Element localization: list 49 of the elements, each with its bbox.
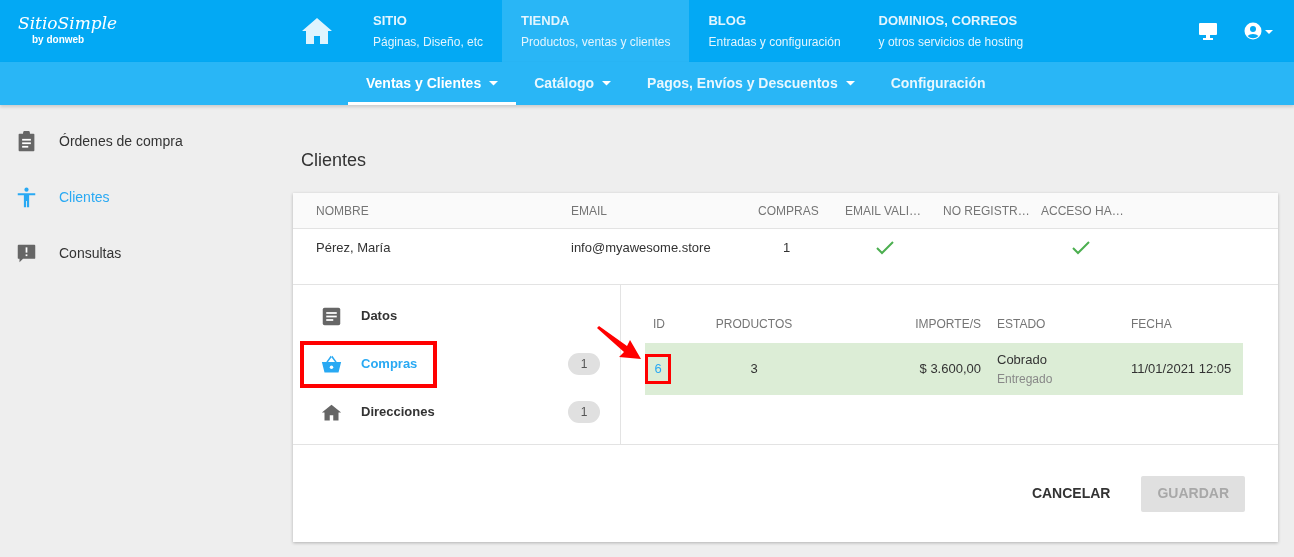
sub-nav-tab[interactable]: Catálogo: [516, 62, 630, 105]
order-id-link[interactable]: 6: [645, 354, 671, 384]
main-nav-tab[interactable]: SITIO Páginas, Diseño, etc: [354, 0, 503, 62]
count-badge: 1: [568, 353, 600, 375]
table-cell-text: info@myawesome.store: [571, 238, 712, 257]
sub-nav-tab[interactable]: Ventas y Clientes: [348, 62, 517, 105]
column-header: ID: [652, 316, 666, 333]
detail-tab[interactable]: Compras: [361, 354, 418, 374]
column-header: ESTADO: [996, 316, 1047, 333]
payment-status: Cobrado: [997, 351, 1048, 370]
column-header: NO REGISTR…: [943, 202, 1030, 220]
brand-logo[interactable]: SitioSimple: [18, 15, 280, 32]
table-cell-text: $ 3.600,00: [919, 360, 982, 379]
detail-tab[interactable]: Direcciones 1: [293, 388, 620, 436]
sub-nav-tab[interactable]: Configuración: [872, 62, 1004, 105]
column-header: PRODUCTOS: [715, 316, 793, 333]
table-cell-text: 3: [750, 360, 758, 379]
table-cell-text: 1: [782, 238, 792, 257]
table-cell-text: Pérez, María: [316, 238, 392, 257]
brand-tagline: by donweb: [31, 33, 86, 47]
count-badge: 1: [568, 401, 600, 423]
person-icon: [16, 186, 37, 208]
monitor-icon[interactable]: [1198, 22, 1218, 40]
detail-tab[interactable]: Datos: [293, 292, 620, 340]
pointer-arrow: [597, 326, 641, 362]
column-header: EMAIL: [571, 202, 608, 220]
feedback-icon: [16, 242, 37, 264]
sub-nav-tab[interactable]: Pagos, Envíos y Descuentos: [629, 62, 873, 105]
main-nav-tab[interactable]: TIENDA Productos, ventas y clientes: [502, 0, 690, 62]
sidebar-item[interactable]: Consultas: [0, 225, 293, 281]
clipboard-icon: [16, 130, 37, 152]
table-cell-text: 11/01/2021 12:05: [1130, 360, 1233, 379]
sidebar-item[interactable]: Órdenes de compra: [0, 113, 293, 169]
document-icon: [321, 305, 342, 327]
page-title: Clientes: [301, 149, 368, 172]
main-nav-tab[interactable]: BLOG Entradas y configuración: [689, 0, 860, 62]
delivery-status: Entregado: [997, 370, 1054, 388]
home-icon[interactable]: [302, 17, 332, 45]
column-header: NOMBRE: [316, 202, 370, 220]
column-header: EMAIL VALI…: [845, 202, 922, 220]
basket-icon: [321, 353, 342, 375]
cancel-button[interactable]: CANCELAR: [1023, 475, 1119, 512]
main-nav-tab[interactable]: DOMINIOS, CORREOS y otros servicios de hosting: [859, 0, 1043, 62]
column-header: IMPORTE/S: [915, 316, 982, 333]
column-header: ACCESO HA…: [1041, 202, 1124, 220]
sidebar-item[interactable]: Clientes: [0, 169, 293, 225]
column-header: COMPRAS: [758, 202, 819, 220]
column-header: FECHA: [1130, 316, 1173, 333]
user-menu-icon[interactable]: [1244, 22, 1274, 40]
